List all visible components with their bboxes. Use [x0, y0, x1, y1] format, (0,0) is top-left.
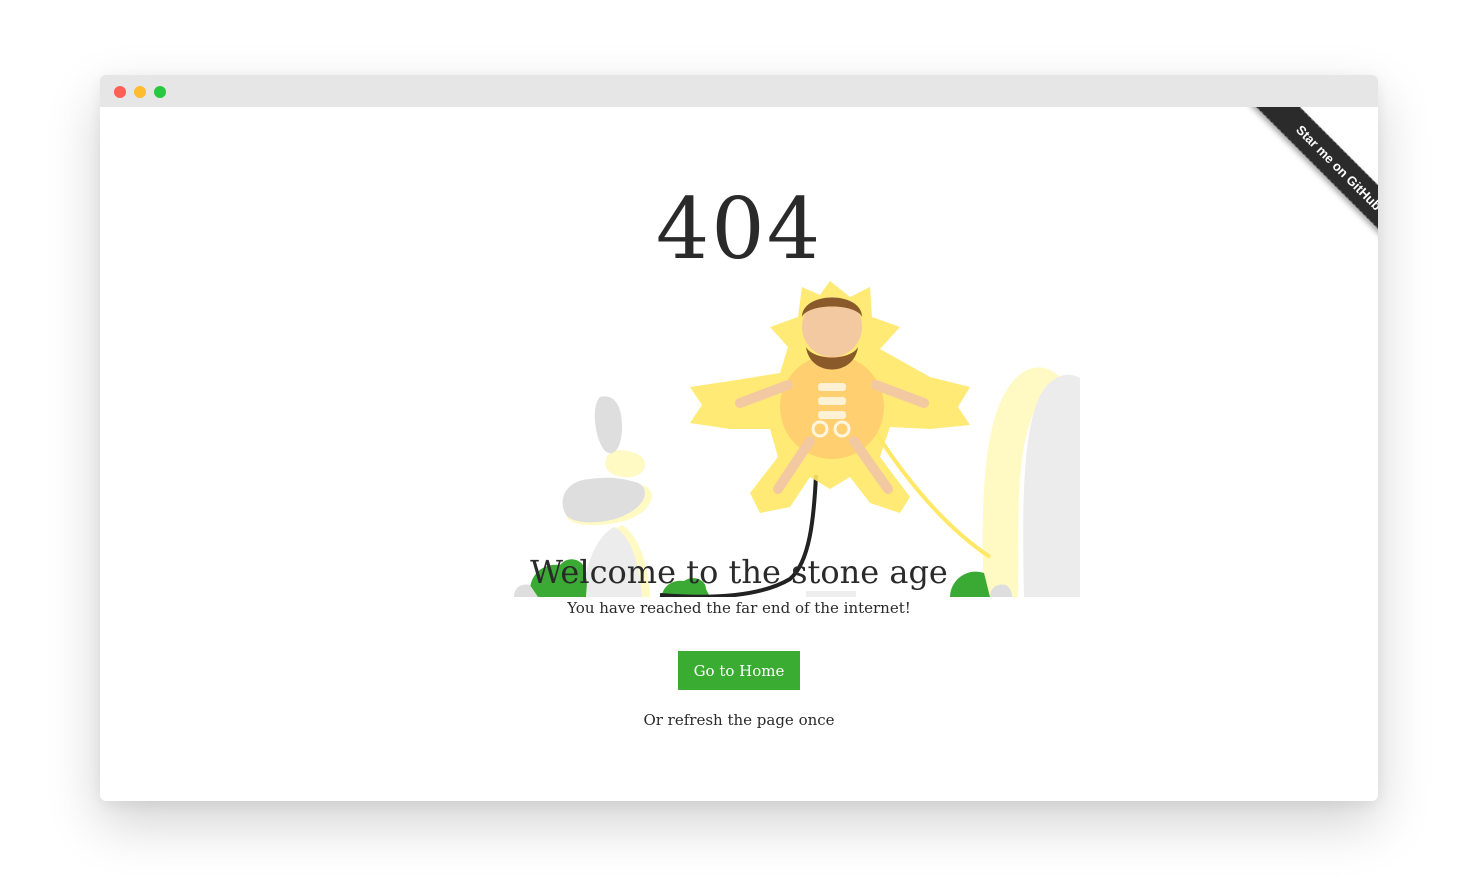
ground-shadow	[806, 591, 856, 597]
page-subtitle: You have reached the far end of the inte…	[567, 599, 911, 617]
maximize-dot[interactable]	[154, 86, 166, 98]
minimize-dot[interactable]	[134, 86, 146, 98]
error-code: 404	[655, 180, 823, 278]
page-title: Welcome to the stone age	[530, 553, 948, 591]
browser-window: Star me on GitHub 404 Welcome to the sto…	[100, 75, 1378, 801]
close-dot[interactable]	[114, 86, 126, 98]
refresh-hint: Or refresh the page once	[643, 711, 835, 729]
caveman-illustration	[514, 281, 1080, 597]
window-titlebar	[100, 75, 1378, 107]
go-home-button[interactable]: Go to Home	[678, 651, 800, 690]
page-content: Star me on GitHub 404 Welcome to the sto…	[100, 107, 1378, 801]
